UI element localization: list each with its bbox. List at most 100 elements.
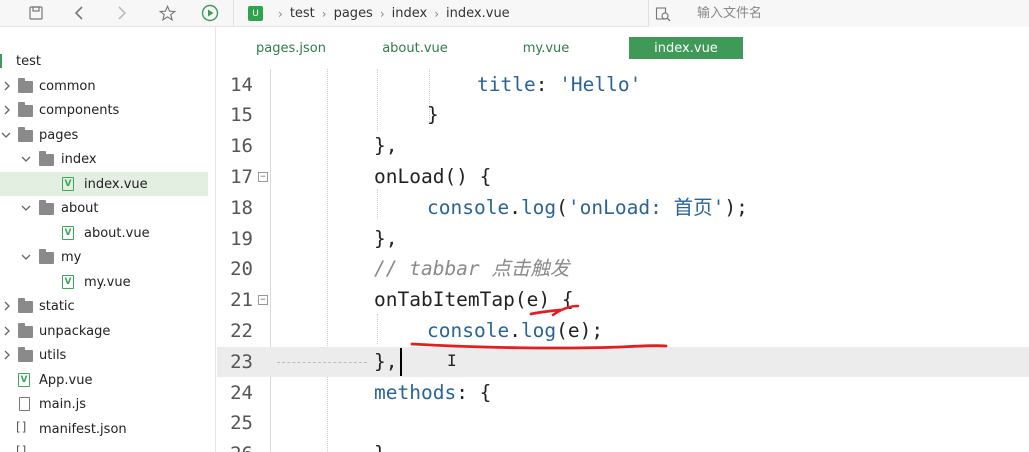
code-line[interactable]: 17− onLoad() {	[217, 162, 1029, 193]
breadcrumb-item-pages[interactable]: pages	[334, 6, 373, 21]
folder-open-icon	[18, 127, 33, 143]
line-number: 24	[230, 381, 253, 404]
chevron-down-icon[interactable]	[21, 154, 31, 164]
vue-file-icon: V	[62, 275, 77, 289]
tree-item-about-folder[interactable]: about	[0, 196, 208, 220]
tree-item-about-vue[interactable]: V about.vue	[0, 221, 208, 245]
code-line[interactable]: 24 methods: {	[217, 378, 1029, 409]
tree-item-my-folder[interactable]: my	[0, 245, 208, 269]
tree-item-label: test	[16, 53, 41, 69]
tree-item-label: my	[61, 249, 82, 265]
chevron-down-icon[interactable]	[21, 203, 31, 213]
forward-arrow-icon[interactable]	[111, 2, 133, 24]
tree-item-label: index	[61, 151, 97, 167]
folder-open-icon	[39, 249, 54, 265]
chevron-right-icon[interactable]	[2, 81, 12, 91]
code-text: // tabbar 点击触发	[374, 257, 570, 281]
tab-my-vue[interactable]: my.vue	[481, 37, 611, 59]
code-text: console.log('onLoad: 首页');	[427, 195, 748, 219]
toolbar: U › test › pages › index › index.vue	[0, 0, 1029, 27]
js-file-icon	[19, 397, 34, 411]
tree-item-label: unpackage	[39, 323, 111, 339]
code-line-current[interactable]: 23}, I	[217, 346, 1029, 378]
ide-window: U › test › pages › index › index.vue tes…	[0, 0, 1029, 452]
code-editor: pages.json about.vue my.vue index.vue 14…	[217, 27, 1029, 452]
code-text: onTabItemTap(e) {	[374, 288, 574, 312]
run-icon[interactable]	[199, 2, 221, 24]
file-tree: test common components pages index V ind…	[0, 27, 216, 452]
line-number: 22	[230, 319, 253, 342]
line-number: 14	[230, 73, 253, 96]
editor-tabs: pages.json about.vue my.vue index.vue	[217, 27, 1029, 69]
breadcrumb-separator: ›	[434, 6, 440, 21]
tree-item-components[interactable]: components	[0, 98, 208, 122]
tree-item-main-js[interactable]: main.js	[0, 392, 208, 416]
project-icon: U	[248, 6, 263, 21]
line-number: 21	[230, 289, 253, 312]
tree-item-utils[interactable]: utils	[0, 343, 208, 367]
code-text: methods: {	[374, 380, 492, 404]
code-text: title: 'Hello'	[477, 72, 642, 96]
code-line[interactable]: 21− onTabItemTap(e) {	[217, 285, 1029, 316]
code-line[interactable]: 16},	[217, 131, 1029, 162]
tab-pages-json[interactable]: pages.json	[231, 37, 351, 59]
line-number: 19	[230, 227, 253, 250]
folder-icon	[18, 323, 33, 339]
search-icon[interactable]	[649, 6, 677, 22]
code-text: },	[374, 134, 398, 158]
save-icon[interactable]	[25, 2, 47, 24]
tree-item-label: components	[39, 102, 120, 118]
chevron-down-icon[interactable]	[1, 130, 11, 140]
breadcrumb-item-file[interactable]: index.vue	[446, 6, 510, 21]
text-caret	[400, 347, 402, 376]
code-line[interactable]: 14 title: 'Hello'	[217, 70, 1029, 101]
tree-item-unpackage[interactable]: unpackage	[0, 319, 208, 343]
chevron-right-icon[interactable]	[2, 326, 12, 336]
tree-item-common[interactable]: common	[0, 74, 208, 98]
code-line[interactable]: 26}	[217, 439, 1029, 452]
tree-item-index-vue[interactable]: V index.vue	[0, 172, 208, 196]
breadcrumb-item-index[interactable]: index	[392, 6, 428, 21]
tree-item-static[interactable]: static	[0, 294, 208, 318]
tree-item-pages[interactable]: pages	[0, 123, 208, 147]
code-line[interactable]: 22 console.log(e);	[217, 316, 1029, 347]
code-line[interactable]: 15}	[217, 100, 1029, 131]
line-number: 23	[230, 350, 253, 373]
fold-toggle-icon[interactable]: −	[258, 171, 268, 182]
tree-item-label: main.js	[39, 396, 86, 412]
chevron-right-icon[interactable]	[2, 301, 12, 311]
mouse-ibeam-cursor-icon: I	[447, 350, 457, 370]
code-line[interactable]: 25	[217, 408, 1029, 439]
file-search	[648, 0, 1029, 27]
code-text: },	[374, 349, 398, 373]
tree-item-label: about.vue	[84, 225, 150, 241]
tree-item-label: App.vue	[39, 372, 93, 388]
tree-item-label: static	[39, 298, 75, 314]
chevron-right-icon[interactable]	[2, 350, 12, 360]
tab-index-vue[interactable]: index.vue	[629, 37, 743, 59]
code-line[interactable]: 18 console.log('onLoad: 首页');	[217, 193, 1029, 224]
code-area[interactable]: 14 title: 'Hello' 15} 16}, 17− onLoad() {18 co…	[217, 69, 1029, 452]
code-line[interactable]: 20 // tabbar 点击触发	[217, 254, 1029, 285]
folder-icon	[18, 78, 33, 94]
code-text: }	[427, 103, 439, 127]
tree-item-index-folder[interactable]: index	[0, 147, 208, 171]
code-text: }	[374, 439, 386, 452]
code-text: onLoad() {	[374, 164, 492, 188]
search-input[interactable]	[697, 6, 997, 21]
tree-item-manifest-json[interactable]: [] manifest.json	[0, 417, 208, 441]
chevron-right-icon[interactable]	[2, 105, 12, 115]
project-marker-icon	[0, 54, 2, 68]
tab-about-vue[interactable]: about.vue	[357, 37, 473, 59]
chevron-down-icon[interactable]	[21, 252, 31, 262]
line-number: 16	[230, 135, 253, 158]
tree-item-my-vue[interactable]: V my.vue	[0, 270, 208, 294]
tree-item-app-vue[interactable]: V App.vue	[0, 368, 208, 392]
tree-item-test[interactable]: test	[0, 49, 208, 73]
json-file-icon: []	[16, 420, 28, 434]
breadcrumb-item-test[interactable]: test	[290, 6, 315, 21]
fold-toggle-icon[interactable]: −	[258, 295, 268, 306]
back-arrow-icon[interactable]	[68, 2, 90, 24]
code-line[interactable]: 19},	[217, 224, 1029, 255]
star-icon[interactable]	[156, 2, 178, 24]
